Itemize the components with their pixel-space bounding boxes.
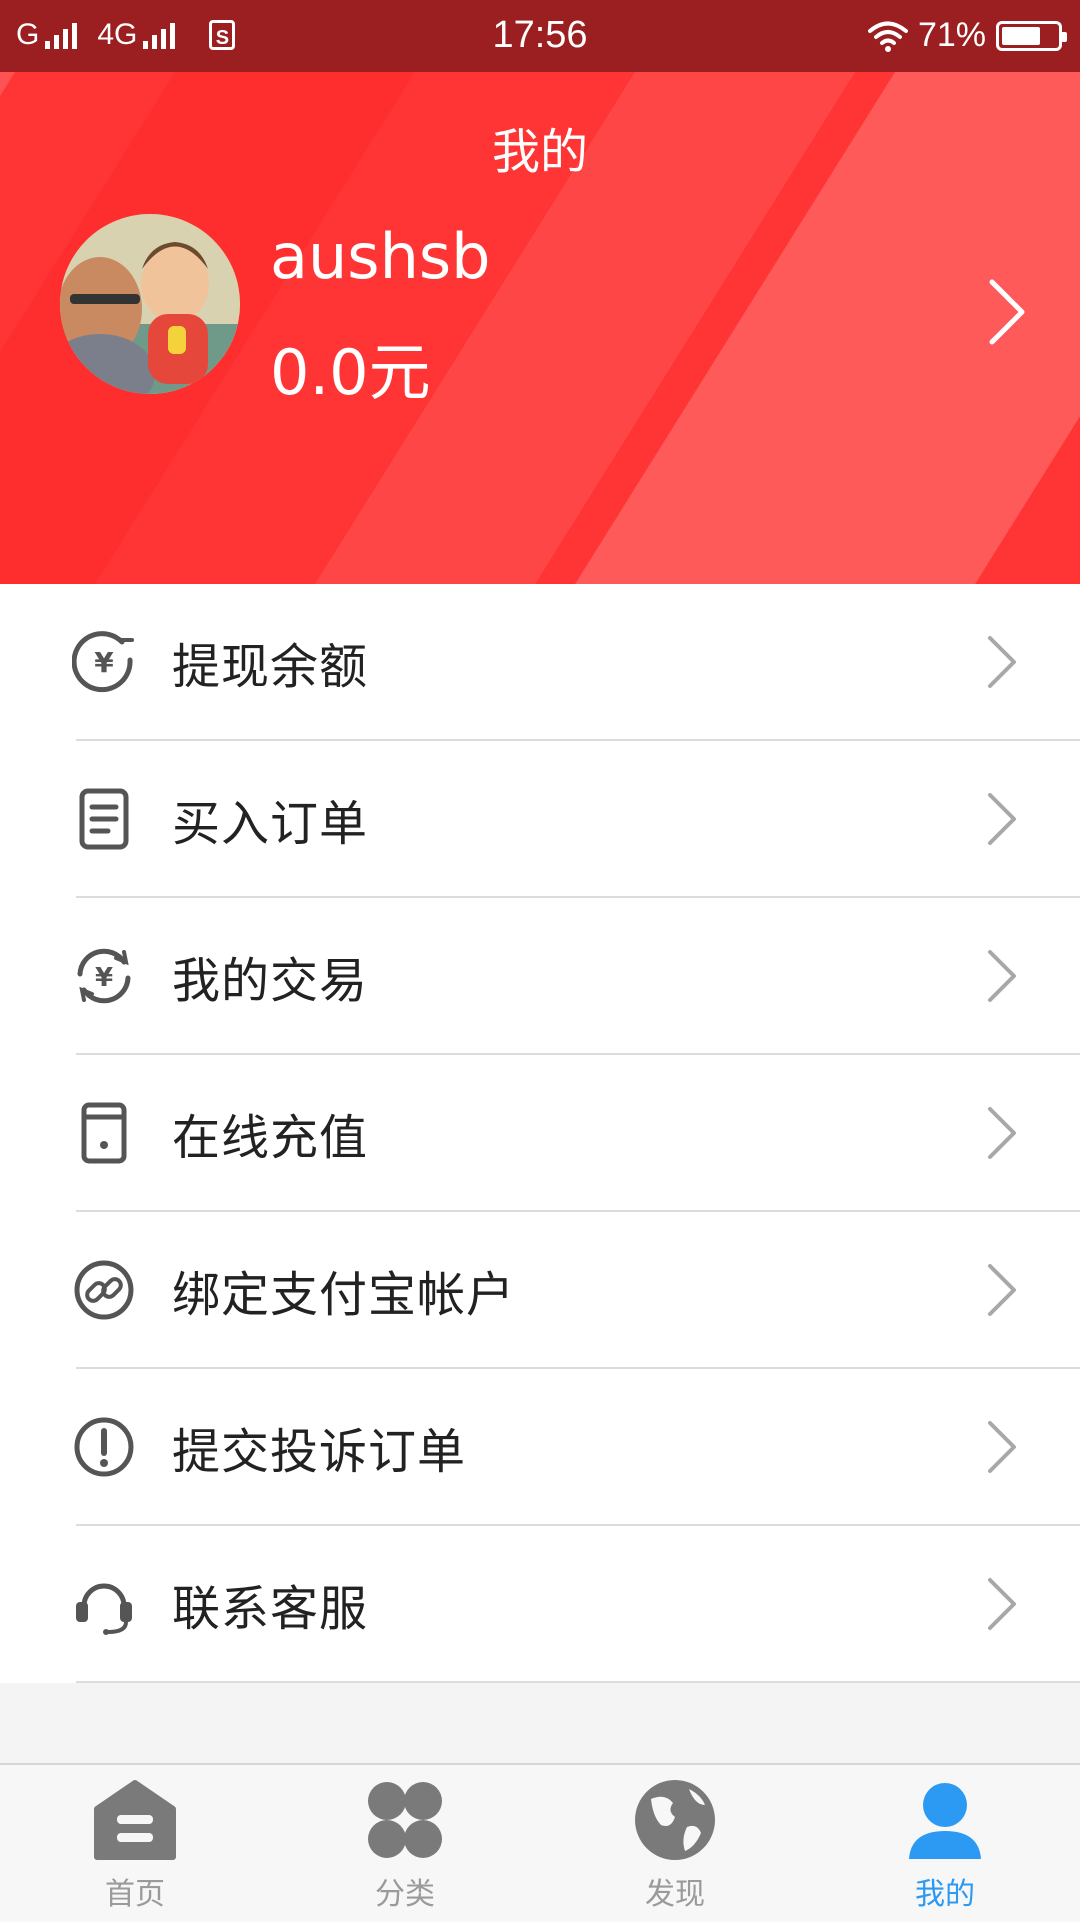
svg-text:¥: ¥ [94,646,114,679]
status-right: 71% [867,16,1067,55]
menu-item-complaint[interactable]: 提交投诉订单 [0,1369,1080,1526]
home-icon [94,1780,176,1860]
link-icon [74,1260,134,1320]
tab-home[interactable]: 首页 [0,1765,270,1922]
tab-label: 我的 [915,1877,975,1912]
avatar[interactable] [60,214,240,394]
tab-label: 发现 [645,1877,705,1912]
menu-item-label: 绑定支付宝帐户 [172,1266,516,1323]
category-grid-icon [368,1782,442,1858]
globe-icon [635,1780,715,1860]
chevron-right-icon [988,1577,1016,1630]
order-document-icon [79,788,129,850]
balance-amount: 0.0元 [270,336,431,409]
headset-icon [76,1583,132,1635]
bottom-tab-bar: 首页 分类 发现 我的 [0,1763,1080,1922]
profile-chevron-right-icon[interactable] [980,272,1040,352]
warning-icon [74,1417,134,1477]
menu-item-label: 提现余额 [172,638,369,695]
menu-item-label: 买入订单 [172,795,369,852]
svg-text:¥: ¥ [95,963,113,993]
recharge-card-icon [81,1102,127,1164]
avatar-photo [60,214,240,394]
battery-icon [996,20,1067,51]
yen-withdraw-icon: ¥ [72,631,134,693]
yen-exchange-icon: ¥ [77,948,131,1004]
menu-item-buy-orders[interactable]: 买入订单 [0,741,1080,898]
menu-item-customer-service[interactable]: 联系客服 [0,1526,1080,1683]
chevron-right-icon [988,1263,1016,1316]
tab-label: 首页 [105,1877,165,1912]
battery-percent: 71% [917,16,986,54]
status-bar: G 4G S 17:56 71% [0,0,1080,72]
menu-item-label: 联系客服 [172,1580,369,1637]
chevron-right-icon [988,1106,1016,1159]
menu-list: ¥ 提现余额 买入订单 ¥ 我的交易 在线充值 绑定支付宝帐户 提交投诉订单 联… [0,584,1080,1683]
tab-mine[interactable]: 我的 [810,1765,1080,1922]
user-icon [909,1783,981,1859]
tab-label: 分类 [375,1877,435,1912]
wifi-icon [867,21,908,52]
menu-item-withdraw[interactable]: ¥ 提现余额 [0,584,1080,741]
profile-header: 我的 aushsb 0.0元 [0,72,1080,584]
menu-item-bind-alipay[interactable]: 绑定支付宝帐户 [0,1212,1080,1369]
tab-category[interactable]: 分类 [270,1765,540,1922]
chevron-right-icon [988,635,1016,688]
chevron-right-icon [988,1420,1016,1473]
chevron-right-icon [988,949,1016,1002]
menu-item-label: 在线充值 [172,1109,369,1166]
menu-item-label: 我的交易 [172,952,369,1009]
chevron-right-icon [988,792,1016,845]
page-title: 我的 [491,124,588,180]
username: aushsb [270,220,491,293]
menu-item-recharge[interactable]: 在线充值 [0,1055,1080,1212]
menu-item-label: 提交投诉订单 [172,1423,467,1480]
menu-item-my-trades[interactable]: ¥ 我的交易 [0,898,1080,1055]
battery-level [1002,26,1041,45]
tab-discover[interactable]: 发现 [540,1765,810,1922]
